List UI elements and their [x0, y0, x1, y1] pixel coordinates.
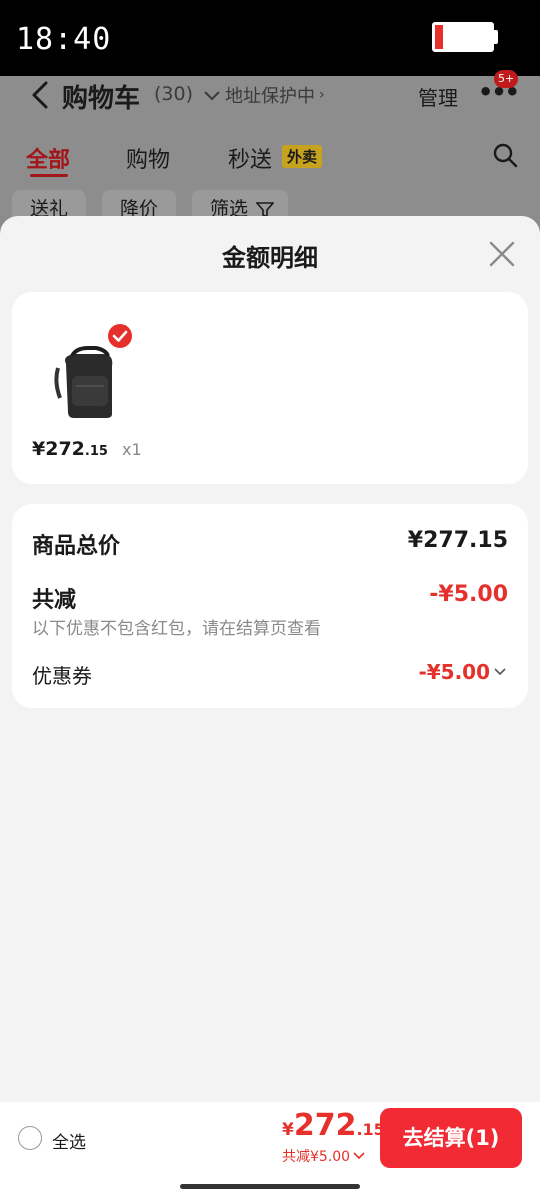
select-all-label[interactable]: 全选: [52, 1128, 86, 1153]
coupon-value[interactable]: -¥5.00: [418, 660, 506, 684]
chevron-down-icon: [494, 668, 506, 676]
cart-count: (30): [154, 83, 194, 105]
total-price-value: ¥277.15: [407, 528, 508, 553]
product-card: ¥272.15 x1: [12, 292, 528, 484]
bottom-bar: 全选 ¥272.15 共减¥5.00 去结算(1): [0, 1102, 540, 1200]
shield-check-icon: [204, 91, 220, 101]
takeout-tag: 外卖: [282, 145, 323, 168]
checkout-button[interactable]: 去结算(1): [380, 1108, 522, 1168]
address-protection-label: 地址保护中: [225, 86, 315, 107]
battery-icon: [432, 22, 494, 52]
price-summary-card: 商品总价 ¥277.15 共减 -¥5.00 以下优惠不包含红包，请在结算页查看…: [12, 504, 528, 708]
search-icon[interactable]: [492, 142, 518, 168]
total-integer: 272: [293, 1108, 357, 1143]
cart-title: 购物车: [62, 84, 141, 114]
status-bar: 18:40: [0, 0, 540, 76]
price-integer: 272: [45, 438, 85, 460]
price-decimal: .15: [84, 444, 108, 459]
tab-all[interactable]: 全部: [26, 142, 70, 174]
close-icon[interactable]: [488, 240, 516, 268]
chevron-right-icon: ›: [319, 87, 325, 103]
coupon-amount: -¥5.00: [418, 660, 490, 684]
coupon-label: 优惠券: [32, 664, 92, 688]
saved-amount-label: 共减¥5.00: [282, 1149, 351, 1165]
address-protection[interactable]: 地址保护中 ›: [203, 82, 325, 108]
total-currency: ¥: [282, 1120, 294, 1140]
total-amount: ¥272.15: [282, 1108, 385, 1143]
product-price: ¥272.15: [32, 438, 108, 460]
status-time: 18:40: [16, 22, 112, 57]
product-quantity: x1: [122, 440, 142, 459]
discount-value: -¥5.00: [429, 582, 508, 607]
sheet-title: 金额明细: [222, 244, 318, 272]
tab-shopping[interactable]: 购物: [126, 142, 170, 174]
discount-note: 以下优惠不包含红包，请在结算页查看: [32, 619, 321, 639]
back-arrow-icon[interactable]: [28, 80, 52, 110]
total-price-label: 商品总价: [32, 534, 121, 559]
tab-express[interactable]: 秒送: [228, 142, 272, 174]
checked-icon[interactable]: [108, 324, 132, 348]
price-currency: ¥: [32, 438, 46, 460]
tab-underline: [30, 174, 68, 177]
notification-badge: 5+: [494, 70, 519, 88]
chevron-down-icon: [353, 1152, 365, 1160]
select-all-radio[interactable]: [18, 1126, 42, 1150]
backpack-image[interactable]: [52, 342, 132, 422]
home-indicator: [180, 1184, 360, 1189]
price-detail-sheet: 金额明细 ¥272.15 x1 商品总价 ¥277.15 共减 -¥5.00 以…: [0, 216, 540, 1102]
manage-button[interactable]: 管理: [418, 82, 458, 111]
discount-label: 共减: [32, 588, 77, 613]
battery-nub: [494, 30, 498, 44]
cart-page-background: 购物车 (30) 地址保护中 › 管理 ••• 5+ 全部 购物 秒送 外卖 送…: [0, 70, 540, 230]
saved-amount[interactable]: 共减¥5.00: [282, 1146, 365, 1166]
